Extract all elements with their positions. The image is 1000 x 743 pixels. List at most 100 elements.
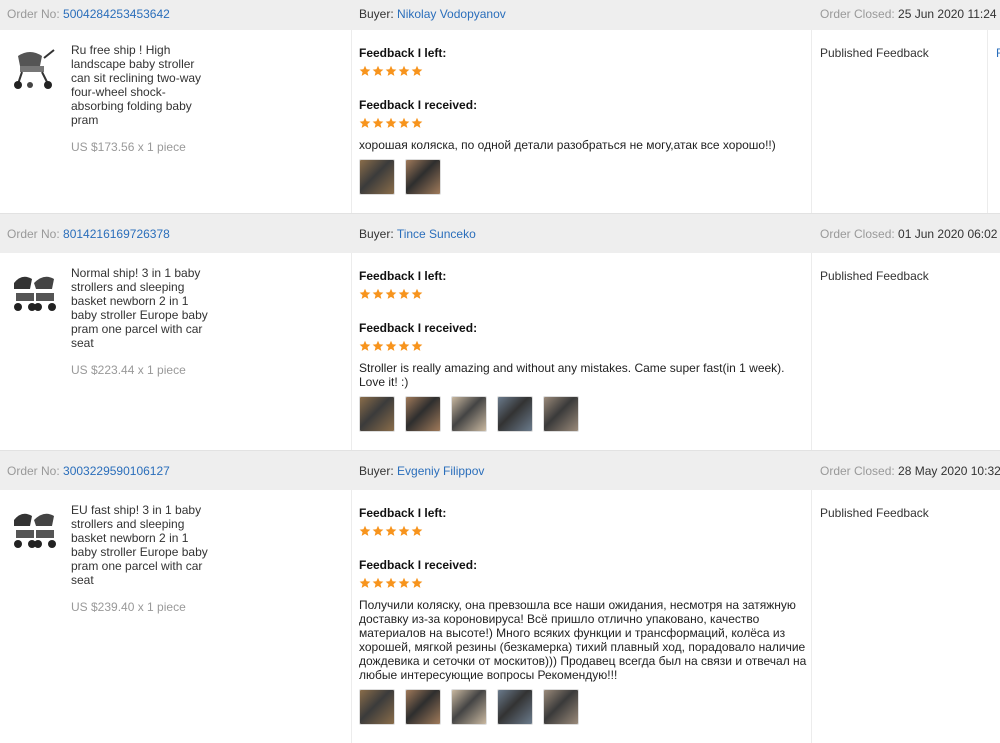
order-closed: Order Closed: 28 May 2020 10:32 (820, 451, 1000, 490)
feedback-left-stars (359, 65, 807, 79)
buyer-label: Buyer: (359, 227, 394, 241)
star-icon (372, 525, 384, 536)
star-icon (359, 65, 371, 76)
feedback-left-heading: Feedback I left: (359, 506, 447, 520)
star-icon (411, 65, 423, 76)
buyer-link[interactable]: Evgeniy Filippov (397, 464, 484, 478)
buyer-label: Buyer: (359, 7, 394, 21)
truncated-action-link[interactable]: F (996, 46, 1000, 60)
feedback-photo-thumbnail[interactable] (359, 689, 395, 725)
star-icon (372, 340, 384, 351)
feedback-received-stars (359, 340, 807, 354)
feedback-photo-thumbnail[interactable] (405, 159, 441, 195)
order-no-label: Order No: (7, 7, 60, 21)
order-closed-date: 01 Jun 2020 06:02 (898, 227, 998, 241)
feedback-photo-thumbnail[interactable] (405, 396, 441, 432)
feedback-photos (359, 396, 807, 432)
order-body: Ru free ship ! High landscape baby strol… (0, 30, 1000, 213)
feedback-received-heading: Feedback I received: (359, 98, 478, 112)
column-divider (811, 253, 812, 450)
product-thumbnail[interactable] (8, 42, 60, 94)
order-closed-label: Order Closed: (820, 7, 895, 21)
product-thumbnail[interactable] (8, 502, 60, 554)
order-closed-label: Order Closed: (820, 227, 895, 241)
feedback-comment: Получили коляску, она превзошла все наши… (359, 598, 807, 682)
feedback-photo-thumbnail[interactable] (543, 396, 579, 432)
order-number-link[interactable]: 3003229590106127 (63, 464, 170, 478)
feedback-photo-thumbnail[interactable] (359, 396, 395, 432)
column-divider (811, 490, 812, 743)
feedback-photos (359, 689, 807, 725)
feedback-photo-thumbnail[interactable] (497, 396, 533, 432)
product-title[interactable]: Normal ship! 3 in 1 baby strollers and s… (71, 266, 216, 350)
star-icon (372, 577, 384, 588)
order-closed: Order Closed: 25 Jun 2020 11:24 (820, 0, 997, 28)
star-icon (372, 288, 384, 299)
product-title[interactable]: EU fast ship! 3 in 1 baby strollers and … (71, 503, 216, 587)
buyer-link[interactable]: Nikolay Vodopyanov (397, 7, 506, 21)
order-body: Normal ship! 3 in 1 baby strollers and s… (0, 253, 1000, 450)
order-number: Order No: 5004284253453642 (7, 0, 170, 28)
star-icon (385, 288, 397, 299)
product-price: US $239.40 x 1 piece (71, 600, 186, 614)
star-icon (411, 525, 423, 536)
order-header: Order No: 5004284253453642 Buyer: Nikola… (0, 0, 1000, 30)
feedback-photo-thumbnail[interactable] (451, 689, 487, 725)
feedback-received-stars (359, 117, 807, 131)
feedback-photo-thumbnail[interactable] (359, 159, 395, 195)
feedback-left-heading: Feedback I left: (359, 46, 447, 60)
product-price: US $173.56 x 1 piece (71, 140, 186, 154)
feedback-comment: Stroller is really amazing and without a… (359, 361, 785, 389)
star-icon (359, 340, 371, 351)
star-icon (398, 525, 410, 536)
feedback-received-stars (359, 577, 807, 591)
order-body: EU fast ship! 3 in 1 baby strollers and … (0, 490, 1000, 743)
feedback-photos (359, 159, 807, 195)
star-icon (359, 577, 371, 588)
star-icon (411, 340, 423, 351)
feedback-section: Feedback I left: Feedback I received: St… (359, 269, 807, 432)
star-icon (359, 288, 371, 299)
order-number: Order No: 8014216169726378 (7, 214, 170, 253)
order-header: Order No: 3003229590106127 Buyer: Evgeni… (0, 450, 1000, 490)
feedback-photo-thumbnail[interactable] (543, 689, 579, 725)
feedback-photo-thumbnail[interactable] (451, 396, 487, 432)
star-icon (372, 65, 384, 76)
feedback-section: Feedback I left: Feedback I received: хо… (359, 46, 807, 195)
column-divider (351, 30, 352, 213)
star-icon (385, 577, 397, 588)
star-icon (398, 288, 410, 299)
order-closed: Order Closed: 01 Jun 2020 06:02 (820, 214, 997, 253)
order-closed-label: Order Closed: (820, 464, 895, 478)
order-no-label: Order No: (7, 464, 60, 478)
column-divider (811, 30, 812, 213)
order-block: Order No: 3003229590106127 Buyer: Evgeni… (0, 450, 1000, 743)
order-closed-date: 25 Jun 2020 11:24 (898, 7, 997, 21)
product-title[interactable]: Ru free ship ! High landscape baby strol… (71, 43, 216, 127)
buyer: Buyer: Evgeniy Filippov (359, 451, 484, 490)
order-number-link[interactable]: 5004284253453642 (63, 7, 170, 21)
column-divider (351, 253, 352, 450)
product-price: US $223.44 x 1 piece (71, 363, 186, 377)
feedback-left-stars (359, 525, 807, 539)
feedback-left-stars (359, 288, 807, 302)
column-divider (987, 30, 988, 213)
feedback-photo-thumbnail[interactable] (497, 689, 533, 725)
order-block: Order No: 5004284253453642 Buyer: Nikola… (0, 0, 1000, 213)
buyer-link[interactable]: Tince Sunceko (397, 227, 476, 241)
star-icon (359, 117, 371, 128)
star-icon (411, 288, 423, 299)
order-closed-date: 28 May 2020 10:32 (898, 464, 1000, 478)
star-icon (372, 117, 384, 128)
order-number: Order No: 3003229590106127 (7, 451, 170, 490)
product-thumbnail[interactable] (8, 265, 60, 317)
order-header: Order No: 8014216169726378 Buyer: Tince … (0, 213, 1000, 253)
star-icon (411, 117, 423, 128)
star-icon (411, 577, 423, 588)
feedback-photo-thumbnail[interactable] (405, 689, 441, 725)
star-icon (359, 525, 371, 536)
star-icon (398, 340, 410, 351)
order-number-link[interactable]: 8014216169726378 (63, 227, 170, 241)
buyer: Buyer: Tince Sunceko (359, 214, 476, 253)
order-block: Order No: 8014216169726378 Buyer: Tince … (0, 213, 1000, 450)
